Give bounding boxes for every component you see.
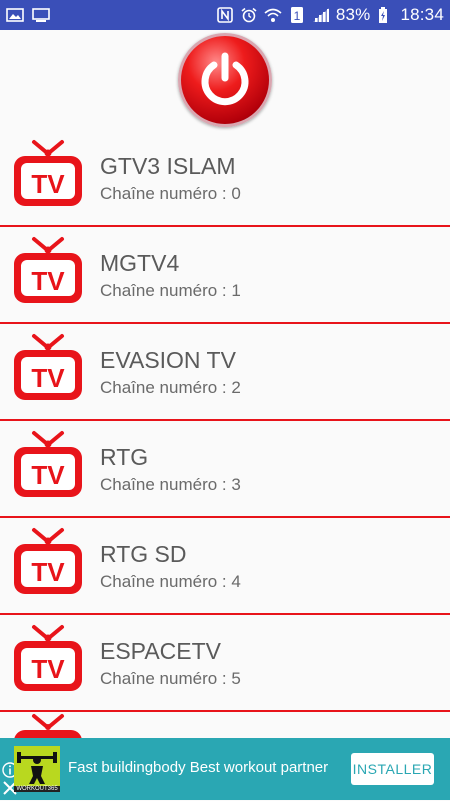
channel-item-4[interactable]: TV RTG SD Chaîne numéro : 4 (0, 518, 450, 615)
ad-thumb-label: WORKOUT365 (14, 786, 60, 792)
channel-text: RTG SD Chaîne numéro : 4 (100, 540, 241, 592)
power-icon (201, 52, 249, 106)
install-button[interactable]: INSTALLER (351, 753, 434, 785)
channel-text: GTV3 ISLAM Chaîne numéro : 0 (100, 152, 241, 204)
clock: 18:34 (400, 5, 444, 24)
image-icon (6, 7, 24, 23)
ad-text[interactable]: Fast buildingbody Best workout partner (68, 759, 328, 776)
ad-app-thumbnail[interactable]: WORKOUT365 (14, 746, 60, 792)
channel-item-3[interactable]: TV RTG Chaîne numéro : 3 (0, 421, 450, 518)
channel-number: Chaîne numéro : 1 (100, 281, 241, 300)
channel-name: RTG (100, 444, 149, 470)
channel-item-2[interactable]: TV EVASION TV Chaîne numéro : 2 (0, 324, 450, 421)
signal-icon (312, 7, 330, 23)
channel-item-5[interactable]: TV ESPACETV Chaîne numéro : 5 (0, 615, 450, 712)
channel-name: MGTV4 (100, 250, 180, 276)
sim-badge: 1 (293, 9, 300, 23)
channel-list: TV GTV3 ISLAM Chaîne numéro : 0 TV MGTV4… (0, 130, 450, 712)
channel-number: Chaîne numéro : 5 (100, 669, 241, 688)
channel-number: Chaîne numéro : 0 (100, 184, 241, 203)
channel-name: GTV3 ISLAM (100, 153, 236, 179)
channel-name: EVASION TV (100, 347, 236, 373)
channel-number: Chaîne numéro : 3 (100, 475, 241, 494)
tv-icon: TV (10, 332, 86, 408)
channel-text: RTG Chaîne numéro : 3 (100, 443, 241, 495)
tv-icon: TV (10, 138, 86, 214)
svg-text:TV: TV (31, 460, 65, 490)
channel-text: MGTV4 Chaîne numéro : 1 (100, 249, 241, 301)
header (0, 30, 450, 130)
channel-text: ESPACETV Chaîne numéro : 5 (100, 637, 241, 689)
status-bar: 1 83% 18:34 (0, 0, 450, 30)
svg-text:TV: TV (31, 363, 65, 393)
battery-icon (376, 7, 394, 23)
status-right: 1 83% 18:34 (216, 5, 444, 25)
tv-icon: TV (10, 526, 86, 602)
channel-text: EVASION TV Chaîne numéro : 2 (100, 346, 241, 398)
svg-text:TV: TV (31, 654, 65, 684)
channel-item-1[interactable]: TV MGTV4 Chaîne numéro : 1 (0, 227, 450, 324)
tv-icon: TV (10, 623, 86, 699)
channel-item-0[interactable]: TV GTV3 ISLAM Chaîne numéro : 0 (0, 130, 450, 227)
channel-number: Chaîne numéro : 2 (100, 378, 241, 397)
tv-icon: TV (10, 235, 86, 311)
alarm-icon (240, 7, 258, 23)
ad-banner[interactable]: WORKOUT365 Fast buildingbody Best workou… (0, 738, 450, 800)
tv-icon: TV (10, 429, 86, 505)
channel-name: RTG SD (100, 541, 187, 567)
svg-text:TV: TV (31, 169, 65, 199)
channel-name: ESPACETV (100, 638, 221, 664)
svg-text:TV: TV (31, 557, 65, 587)
battery-percent: 83% (335, 5, 371, 24)
screen-icon (32, 7, 50, 23)
sim-icon: 1 (288, 7, 306, 23)
power-button[interactable] (178, 33, 272, 127)
nfc-icon (216, 7, 234, 23)
status-left (6, 7, 50, 23)
wifi-icon (264, 7, 282, 23)
channel-number: Chaîne numéro : 4 (100, 572, 241, 591)
svg-text:TV: TV (31, 266, 65, 296)
